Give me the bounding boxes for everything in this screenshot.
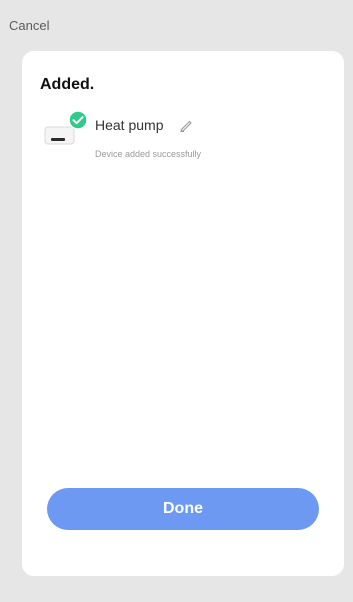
device-status-text: Device added successfully [95,149,202,159]
pencil-icon[interactable] [179,118,193,132]
cancel-button[interactable]: Cancel [9,18,49,33]
device-added-card: Added. Heat pump Device added successful… [22,51,344,576]
device-name: Heat pump [95,117,164,133]
page-title: Added. [40,76,95,93]
done-button[interactable]: Done [47,488,319,530]
check-circle-icon [68,110,88,130]
